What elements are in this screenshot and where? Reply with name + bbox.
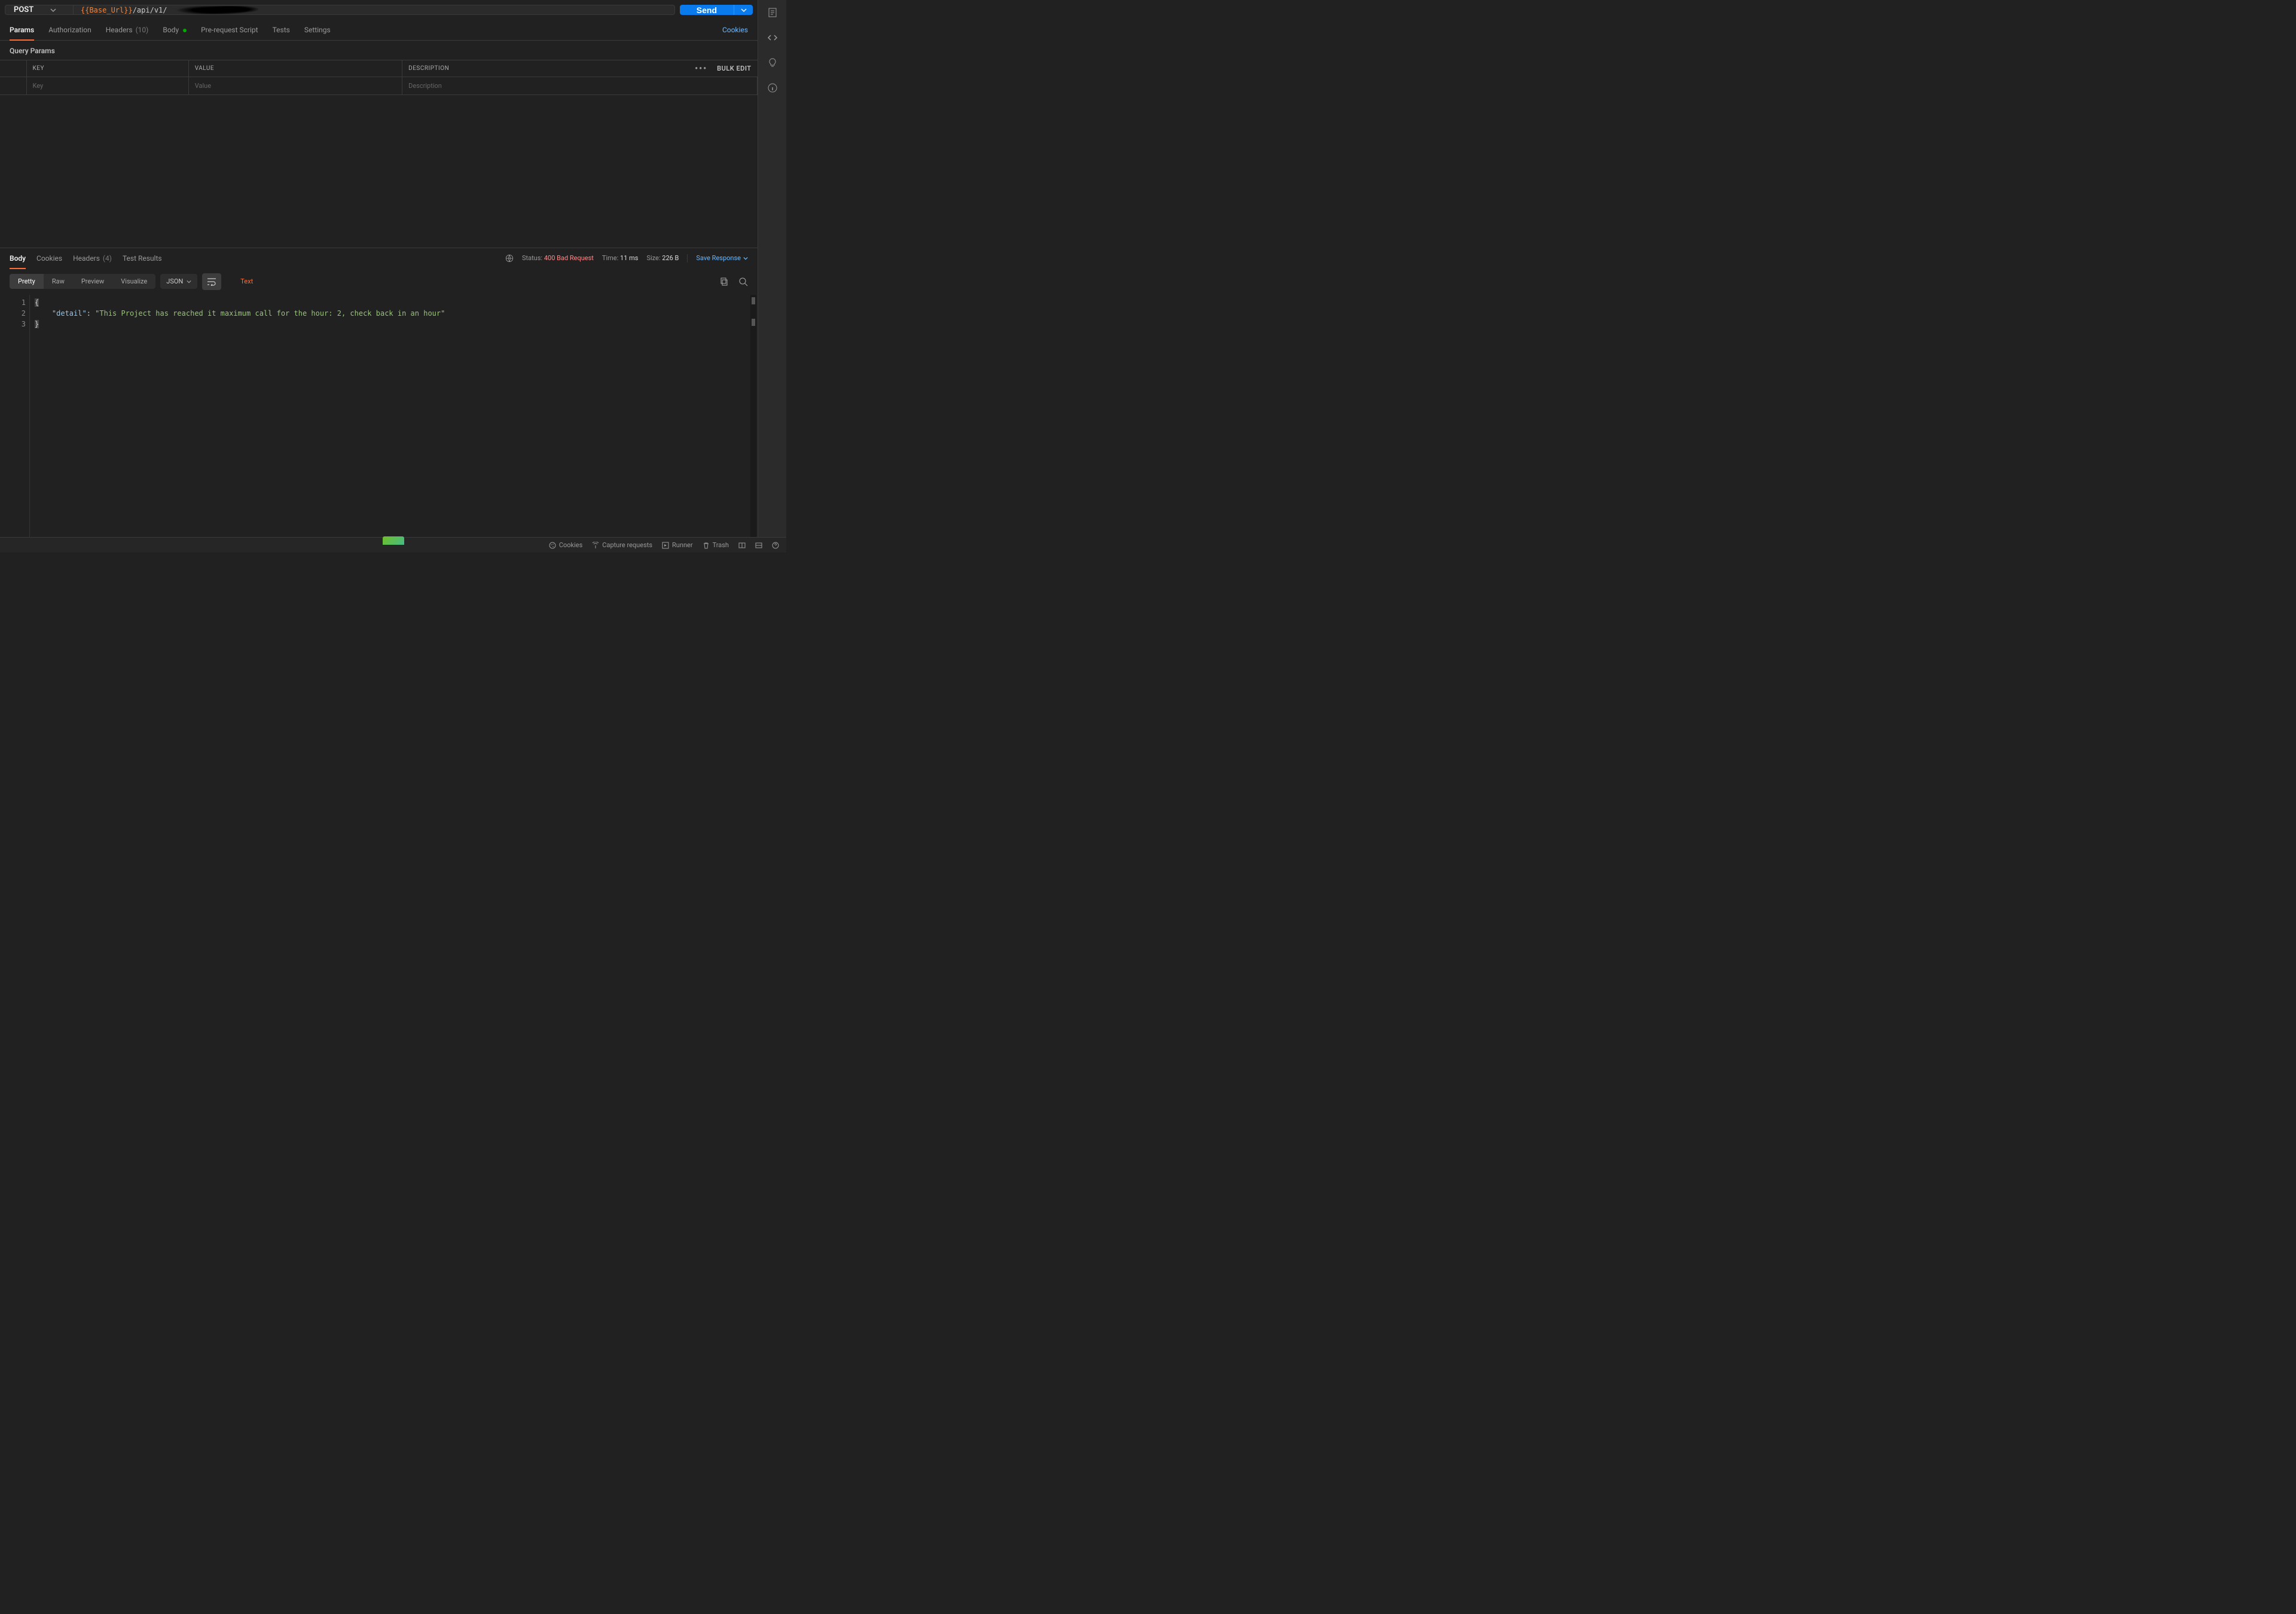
http-method-value: POST bbox=[14, 5, 33, 14]
http-method-select[interactable]: POST bbox=[5, 5, 74, 15]
time-value: 11 ms bbox=[620, 254, 638, 262]
tab-settings[interactable]: Settings bbox=[304, 20, 331, 40]
help-icon[interactable] bbox=[772, 542, 779, 549]
layout-icon[interactable] bbox=[755, 542, 762, 549]
tab-pre-request-script[interactable]: Pre-request Script bbox=[201, 20, 258, 40]
col-description: DESCRIPTION ••• Bulk Edit bbox=[402, 60, 758, 77]
footer-trash[interactable]: Trash bbox=[703, 541, 729, 549]
response-tab-cookies[interactable]: Cookies bbox=[36, 248, 62, 269]
footer-capture-requests[interactable]: Capture requests bbox=[592, 541, 652, 549]
footer-cookies[interactable]: Cookies bbox=[549, 541, 582, 549]
antenna-icon bbox=[592, 542, 599, 549]
status-value: 400 Bad Request bbox=[544, 254, 594, 262]
time-label: Time: 11 ms bbox=[602, 254, 639, 262]
globe-icon[interactable] bbox=[505, 254, 514, 263]
view-raw[interactable]: Raw bbox=[44, 274, 73, 289]
bulk-edit-button[interactable]: Bulk Edit bbox=[717, 65, 751, 72]
query-params-label: Query Params bbox=[0, 41, 758, 60]
response-tab-body[interactable]: Body bbox=[10, 248, 26, 269]
url-redacted bbox=[169, 6, 258, 14]
value-input[interactable]: Value bbox=[188, 77, 402, 95]
col-value: VALUE bbox=[188, 60, 402, 77]
search-icon[interactable] bbox=[738, 277, 748, 286]
info-icon[interactable] bbox=[767, 83, 778, 93]
view-pretty[interactable]: Pretty bbox=[10, 274, 44, 289]
trash-icon bbox=[703, 542, 710, 549]
panels-icon[interactable] bbox=[738, 542, 746, 549]
send-button[interactable]: Send bbox=[680, 5, 734, 15]
request-url-row: POST {{Base_Url}}/api/v1/ Send bbox=[0, 0, 758, 20]
tab-authorization[interactable]: Authorization bbox=[48, 20, 91, 40]
text-indicator: Text bbox=[240, 277, 253, 285]
cookie-icon bbox=[549, 542, 556, 549]
status-bar: Cookies Capture requests Runner Trash bbox=[0, 537, 786, 553]
chevron-down-icon bbox=[741, 7, 747, 13]
active-dot-icon bbox=[183, 29, 187, 32]
format-select[interactable]: JSON bbox=[160, 274, 197, 289]
lightbulb-icon[interactable] bbox=[767, 57, 778, 68]
tab-tests[interactable]: Tests bbox=[273, 20, 290, 40]
response-body-code[interactable]: 123 { "detail": "This Project has reache… bbox=[0, 295, 758, 553]
chevron-down-icon bbox=[743, 256, 748, 261]
chevron-down-icon bbox=[187, 279, 191, 284]
key-input[interactable]: Key bbox=[26, 77, 188, 95]
view-visualize[interactable]: Visualize bbox=[112, 274, 155, 289]
play-icon bbox=[662, 542, 669, 549]
right-sidebar bbox=[758, 0, 786, 553]
url-input[interactable]: {{Base_Url}}/api/v1/ bbox=[74, 5, 675, 15]
response-tab-test-results[interactable]: Test Results bbox=[123, 248, 162, 269]
app-icon[interactable] bbox=[383, 536, 404, 545]
scrollbar[interactable] bbox=[750, 295, 756, 553]
size-label: Size: 226 B bbox=[646, 254, 679, 262]
tab-headers[interactable]: Headers (10) bbox=[106, 20, 149, 40]
size-value: 226 B bbox=[662, 254, 679, 262]
line-gutter: 123 bbox=[0, 295, 30, 553]
more-options-icon[interactable]: ••• bbox=[695, 65, 707, 73]
code-icon[interactable] bbox=[767, 32, 778, 43]
wrap-lines-button[interactable] bbox=[202, 273, 221, 290]
wrap-icon bbox=[207, 277, 216, 286]
query-params-table: KEY VALUE DESCRIPTION ••• Bulk Edit Key … bbox=[0, 60, 758, 95]
tab-body[interactable]: Body bbox=[163, 20, 187, 40]
response-view-row: Pretty Raw Preview Visualize JSON Text bbox=[0, 269, 758, 295]
documentation-icon[interactable] bbox=[767, 7, 778, 18]
view-preview[interactable]: Preview bbox=[73, 274, 112, 289]
url-path: /api/v1/ bbox=[133, 6, 167, 14]
tab-params[interactable]: Params bbox=[10, 20, 34, 40]
status-label: Status: 400 Bad Request bbox=[522, 254, 594, 262]
url-variable: {{Base_Url}} bbox=[81, 6, 133, 14]
save-response-button[interactable]: Save Response bbox=[696, 254, 748, 262]
footer-runner[interactable]: Runner bbox=[662, 541, 693, 549]
chevron-down-icon bbox=[50, 7, 56, 13]
response-tab-headers[interactable]: Headers (4) bbox=[73, 248, 112, 269]
cookies-link[interactable]: Cookies bbox=[722, 26, 748, 34]
table-row[interactable]: Key Value Description bbox=[0, 77, 758, 95]
response-tabs-row: Body Cookies Headers (4) Test Results St… bbox=[0, 248, 758, 269]
col-key: KEY bbox=[26, 60, 188, 77]
request-tabs-row: Params Authorization Headers (10) Body P… bbox=[0, 20, 758, 41]
description-input[interactable]: Description bbox=[402, 77, 758, 95]
send-options-button[interactable] bbox=[734, 5, 753, 15]
copy-icon[interactable] bbox=[719, 277, 729, 286]
